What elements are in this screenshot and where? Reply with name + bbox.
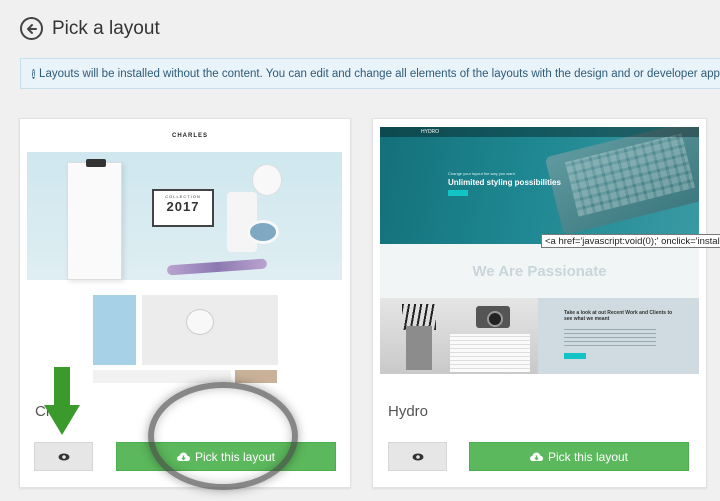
section-text-lines <box>564 326 656 346</box>
pick-layout-label: Pick this layout <box>547 449 629 464</box>
cloud-download-icon <box>176 452 190 461</box>
back-button[interactable] <box>20 17 43 40</box>
pick-layout-label: Pick this layout <box>194 449 276 464</box>
layout-thumbnail-charles[interactable]: CHARLES COLLECTION 2017 <box>27 127 343 383</box>
layout-name: Hydro <box>388 403 429 420</box>
section-button <box>564 353 586 359</box>
thumbnail-logo: HYDRO <box>421 129 440 135</box>
pick-layout-button[interactable]: Pick this layout <box>469 442 689 471</box>
eye-icon <box>58 453 69 460</box>
clipboard-image <box>67 159 122 280</box>
preview-button[interactable] <box>388 442 447 471</box>
info-alert: i Layouts will be installed without the … <box>20 58 720 89</box>
bowl-image <box>247 220 279 244</box>
thumbnail-section: Take a look at out Recent Work and Clien… <box>538 298 699 374</box>
layout-card-hydro: HYDRO Change your layout the way you wan… <box>372 118 707 488</box>
thumbnail-tile <box>142 295 278 365</box>
tagline: We Are Passionate <box>472 263 607 280</box>
thumbnail-tile <box>93 295 136 365</box>
thumbnail-logo: CHARLES <box>172 133 209 139</box>
collection-box: COLLECTION 2017 <box>152 189 214 227</box>
arrow-down-icon <box>44 367 80 435</box>
thumbnail-tile <box>235 370 277 383</box>
section-title: Take a look at out Recent Work and Clien… <box>564 310 673 322</box>
thumbnail-nav: CHARLES <box>27 127 343 149</box>
camera-image <box>476 306 510 328</box>
cup-image <box>406 326 432 370</box>
hero-button <box>448 190 468 196</box>
info-circle-icon: i <box>32 68 36 79</box>
vase-image <box>252 164 282 196</box>
jar-image <box>186 309 214 335</box>
info-text: Layouts will be installed without the co… <box>39 67 720 80</box>
arrow-left-circle-icon <box>26 23 37 34</box>
desk-photo <box>380 298 538 374</box>
eye-icon <box>412 453 423 460</box>
books-image <box>450 334 530 372</box>
pick-layout-button[interactable]: Pick this layout <box>116 442 336 471</box>
thumbnail-hero: COLLECTION 2017 <box>27 152 342 280</box>
page-header: Pick a layout <box>20 17 160 40</box>
thumbnail-hero: HYDRO Change your layout the way you wan… <box>380 127 699 244</box>
hero-heading: Unlimited styling possibilities <box>448 178 561 187</box>
thumbnail-tile <box>93 370 231 383</box>
collection-year: 2017 <box>166 199 200 214</box>
link-tooltip: <a href='javascript:void(0);' onclick='i… <box>541 234 720 248</box>
layout-thumbnail-hydro[interactable]: HYDRO Change your layout the way you wan… <box>380 127 699 383</box>
page-title: Pick a layout <box>52 17 160 39</box>
cloud-download-icon <box>529 452 543 461</box>
hero-subheading: Change your layout the way you want <box>448 171 515 176</box>
lavender-image <box>166 258 268 276</box>
preview-button[interactable] <box>34 442 93 471</box>
